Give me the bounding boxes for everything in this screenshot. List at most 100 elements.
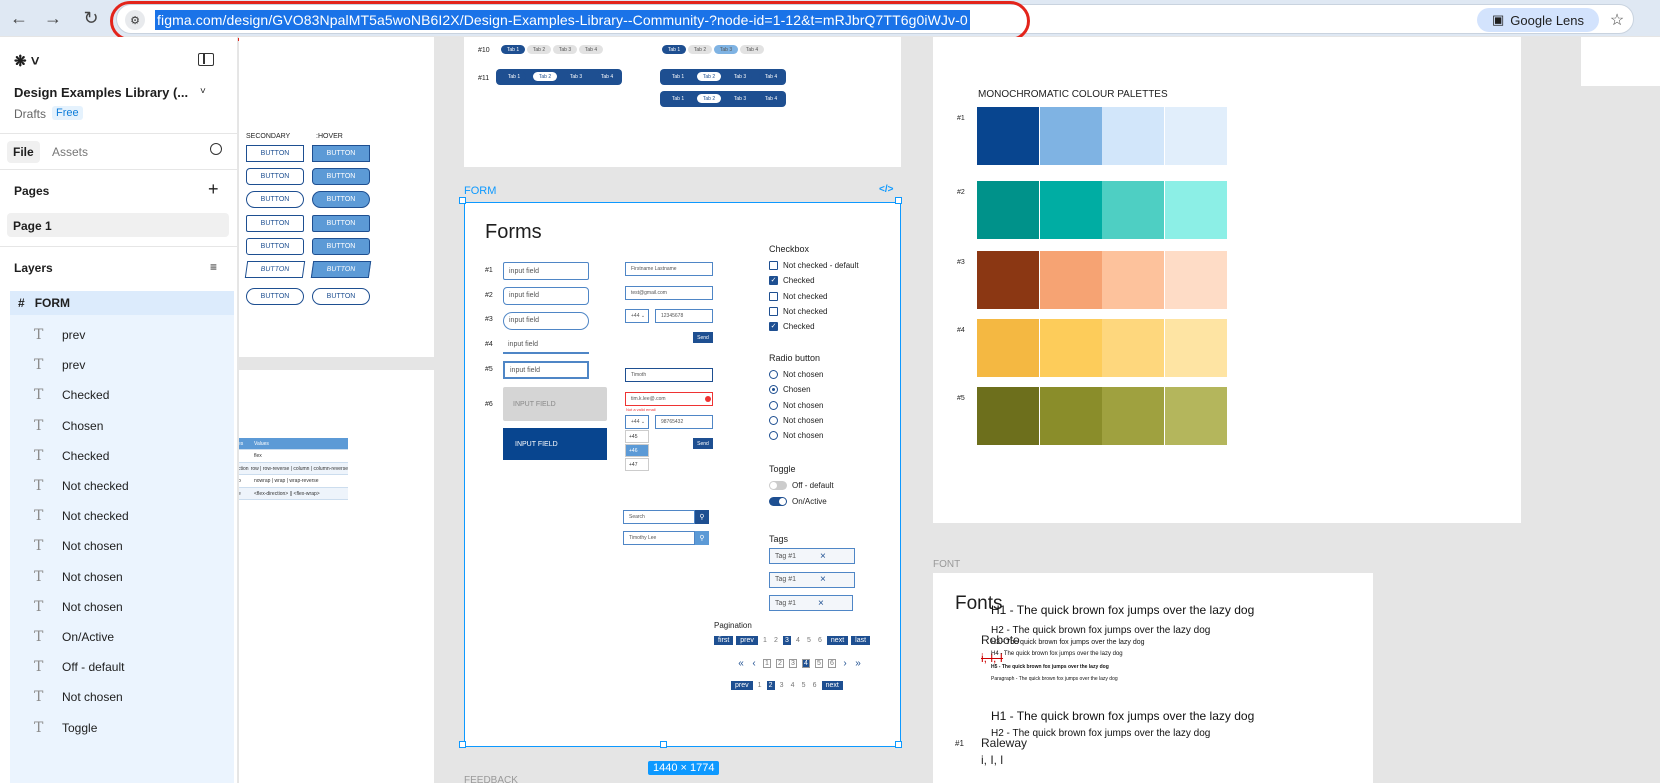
color-swatch[interactable] [1102,387,1164,445]
pagination-item[interactable]: 4 [789,681,797,690]
pagination-item[interactable]: › [841,658,849,669]
resize-handle[interactable] [895,741,902,748]
radio-item[interactable]: Chosen [769,385,811,395]
search-icon[interactable] [210,143,222,155]
hover-button[interactable]: BUTTON [312,168,370,186]
site-settings-icon[interactable]: ⚙ [125,10,145,30]
pagination-item[interactable]: 2 [776,659,784,668]
pagination-item[interactable]: 6 [816,636,824,645]
tab-item[interactable]: Tab 1 [666,94,690,103]
checkbox-item[interactable]: Not checked - default [769,261,859,270]
pagination-item[interactable]: 2 [772,636,780,645]
radio-item[interactable]: Not chosen [769,431,823,441]
hover-button[interactable]: BUTTON [312,214,370,232]
search-icon[interactable]: ⚲ [695,510,709,524]
tabs-frame[interactable]: #10 #11 Tab 1 Tab 2 Tab 3 Tab 4 Tab 1 Tab 2 Ta… [464,37,901,167]
text-input[interactable]: input field [503,311,589,330]
phone-input[interactable]: 12345678 [655,309,713,323]
color-swatch[interactable] [1039,319,1102,377]
dropdown-option[interactable]: +47 [625,458,649,471]
text-input[interactable]: input field [503,286,589,305]
pagination-item[interactable]: 5 [815,659,823,668]
color-swatch[interactable] [1102,181,1164,239]
secondary-button[interactable]: BUTTON [246,191,304,209]
tab-item[interactable]: Tab 1 [502,72,526,81]
color-swatch[interactable] [1164,387,1227,445]
radio-item[interactable]: Not chosen [769,400,823,410]
pagination-item[interactable]: » [854,658,862,669]
tag-close-icon[interactable]: × [820,574,826,585]
pagination-item[interactable]: 1 [756,681,764,690]
color-swatch[interactable] [1164,319,1227,377]
hover-button[interactable]: BUTTON [312,237,370,255]
tab-item[interactable]: Tab 4 [759,94,783,103]
tab-item[interactable]: Tab 1 [666,72,690,81]
toggle-item[interactable]: Off - default [769,481,834,490]
buttons-frame[interactable]: SECONDARY :HOVER BUTTON BUTTON BUTTON BUTTO… [239,37,434,357]
layer-item[interactable]: T On/Active [10,621,234,653]
toggle-switch[interactable] [769,497,787,506]
file-title[interactable]: Design Examples Library (... [14,85,188,100]
checkbox-item[interactable]: Not checked [769,306,827,316]
name-input-active[interactable]: Timoth [625,368,713,382]
checkbox-icon[interactable] [769,306,778,316]
hover-button[interactable]: BUTTON [310,261,372,278]
color-swatch[interactable] [1164,251,1227,309]
toggle-switch[interactable] [769,481,787,490]
tag-chip[interactable]: Tag #1 × [769,571,855,588]
secondary-button[interactable]: BUTTON [246,168,304,186]
layer-item[interactable]: T Not chosen [10,560,234,593]
address-bar[interactable]: ⚙ figma.com/design/GVO83NpalMT5a5woNB6I2… [116,4,1634,34]
resize-handle[interactable] [459,741,466,748]
layer-item[interactable]: T Checked [10,439,234,472]
pagination-item[interactable]: 1 [761,636,769,645]
color-swatch[interactable] [1102,251,1164,309]
tab-item[interactable]: Tab 2 [688,45,712,54]
tab-item[interactable]: Tab 2 [527,45,551,54]
name-input[interactable]: Firstname Lastname [625,262,713,276]
color-swatch[interactable] [1164,107,1227,165]
reload-icon[interactable]: ↻ [78,5,104,31]
resize-handle[interactable] [459,197,466,204]
layer-item[interactable]: T Not chosen [10,590,234,623]
radio-item[interactable]: Not chosen [769,370,823,379]
phone-input[interactable]: 98765432 [655,415,713,429]
secondary-button[interactable]: BUTTON [246,237,304,255]
secondary-button[interactable]: BUTTON [244,261,306,278]
pagination-item[interactable]: 4 [794,636,802,645]
layer-item[interactable]: T Not chosen [10,681,234,714]
pagination-item[interactable]: « [737,658,745,669]
drafts-link[interactable]: Drafts [14,107,46,121]
tab-item[interactable]: Tab 4 [740,45,764,54]
send-button[interactable]: Send [693,332,713,343]
pagination-item[interactable]: first [714,636,734,645]
color-swatch[interactable] [977,107,1039,165]
tab-item[interactable]: Tab 3 [728,94,752,103]
tab-item[interactable]: Tab 1 [662,45,686,54]
tab-item[interactable]: Tab 2 [697,94,721,103]
pagination-item[interactable]: ‹ [750,658,758,669]
tab-file[interactable]: File [7,141,40,163]
layer-item[interactable]: T Off - default [10,651,234,684]
pagination-item[interactable]: prev [731,681,753,690]
text-input[interactable]: input field [503,336,589,355]
hover-button[interactable]: BUTTON [312,145,370,162]
color-swatch[interactable] [1039,387,1102,445]
search-icon[interactable]: ⚲ [695,531,709,545]
radio-item[interactable]: Not chosen [769,415,823,425]
color-swatch[interactable] [1164,181,1227,239]
pagination-item[interactable]: prev [736,636,758,645]
email-input-error[interactable]: tim.k.lee@.com [625,392,713,406]
radio-icon[interactable] [769,370,778,379]
form-frame[interactable]: Forms #1 #2 #3 #4 #5 #6 input field input field… [464,202,901,747]
tab-item[interactable]: Tab 4 [759,72,783,81]
pagination-item[interactable]: last [851,636,871,645]
layer-item[interactable]: T Not chosen [10,530,234,563]
pagination-item[interactable]: next [826,636,849,645]
tag-close-icon[interactable]: × [820,551,826,562]
layer-root-form[interactable]: # FORM [10,291,234,315]
tab-item[interactable]: Tab 3 [728,72,752,81]
radio-icon[interactable] [769,385,778,395]
secondary-button[interactable]: BUTTON [246,145,304,162]
color-swatch[interactable] [977,181,1039,239]
